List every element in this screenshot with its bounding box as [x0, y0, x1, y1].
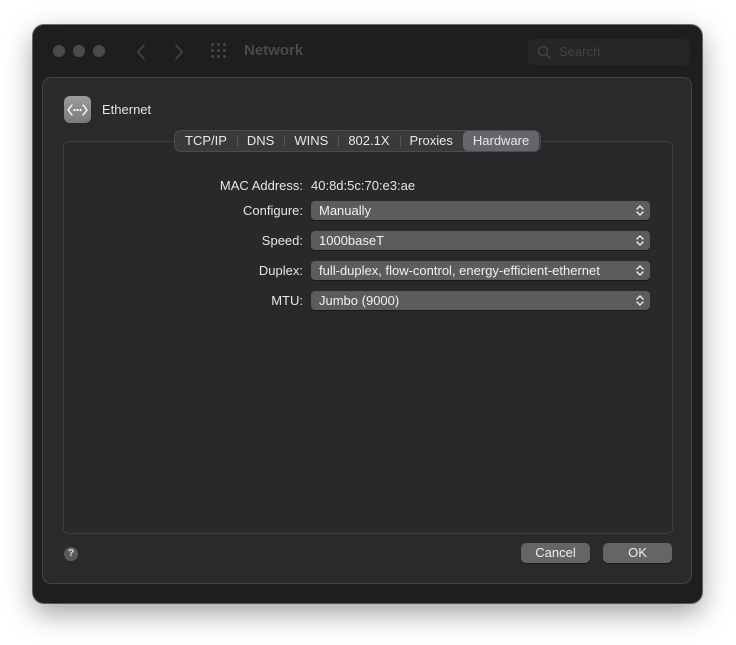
speed-popup[interactable]: 1000baseT — [311, 231, 650, 250]
minimize-window-button[interactable] — [73, 45, 85, 57]
mtu-value: Jumbo (9000) — [319, 293, 400, 308]
duplex-label: Duplex: — [258, 263, 303, 278]
help-button[interactable]: ? — [64, 547, 78, 561]
duplex-value: full-duplex, flow-control, energy-effici… — [319, 263, 600, 278]
ethernet-icon — [64, 96, 91, 123]
close-window-button[interactable] — [53, 45, 65, 57]
tab-bar: TCP/IP DNS WINS 802.1X Proxies Hardware — [175, 131, 541, 151]
ok-button[interactable]: OK — [603, 543, 672, 563]
back-arrow-icon[interactable] — [134, 42, 150, 62]
mtu-popup[interactable]: Jumbo (9000) — [311, 291, 650, 310]
title-bar: Network Search — [33, 25, 702, 79]
configure-label: Configure: — [243, 203, 303, 218]
updown-chevron-icon — [636, 265, 644, 276]
configure-value: Manually — [319, 203, 372, 218]
updown-chevron-icon — [636, 235, 644, 246]
service-name: Ethernet — [102, 102, 152, 117]
hardware-sheet: Ethernet TCP/IP DNS WINS 802.1X Proxies … — [43, 78, 691, 583]
tab-dns[interactable]: DNS — [236, 131, 284, 151]
tab-wins[interactable]: WINS — [284, 131, 338, 151]
forward-arrow-icon[interactable] — [170, 42, 186, 62]
tab-tcpip[interactable]: TCP/IP — [175, 131, 237, 151]
search-placeholder: Search — [559, 44, 601, 59]
configure-popup[interactable]: Manually — [311, 201, 650, 220]
tab-content-box — [63, 141, 673, 534]
updown-chevron-icon — [636, 295, 644, 306]
mtu-label: MTU: — [271, 293, 303, 308]
updown-chevron-icon — [636, 205, 644, 216]
mac-address-label: MAC Address: — [219, 178, 303, 193]
duplex-popup[interactable]: full-duplex, flow-control, energy-effici… — [311, 261, 650, 280]
tab-proxies[interactable]: Proxies — [399, 131, 463, 151]
speed-value: 1000baseT — [319, 233, 385, 248]
cancel-button[interactable]: Cancel — [521, 543, 590, 563]
window-title: Network — [244, 42, 304, 59]
search-field[interactable]: Search — [528, 39, 690, 65]
network-window: Network Search Ethernet TCP/IP DNS WINS — [33, 25, 702, 603]
tab-hardware[interactable]: Hardware — [462, 131, 540, 151]
search-icon — [537, 45, 551, 59]
speed-label: Speed: — [261, 233, 303, 248]
zoom-window-button[interactable] — [93, 45, 105, 57]
show-all-grid-icon[interactable] — [211, 43, 229, 61]
tab-8021x[interactable]: 802.1X — [338, 131, 399, 151]
mac-address-value: 40:8d:5c:70:e3:ae — [311, 178, 416, 193]
